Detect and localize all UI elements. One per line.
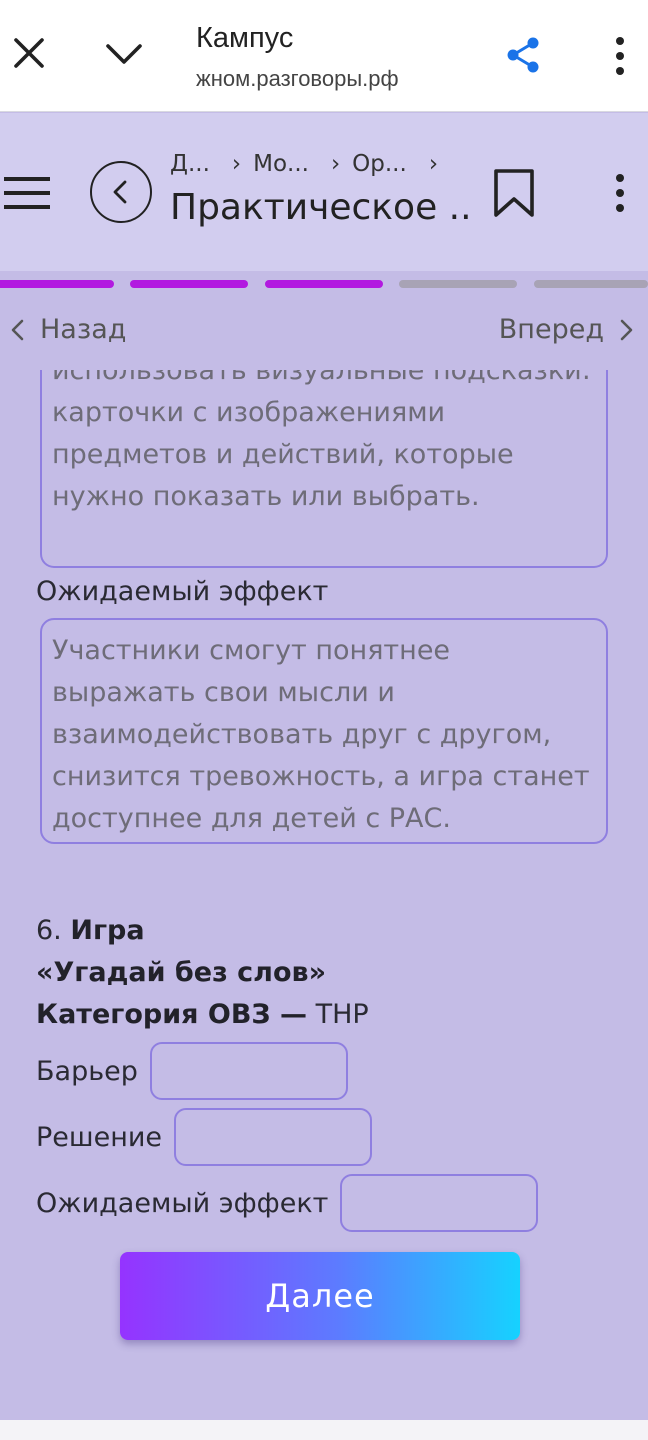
progress-segment-todo — [534, 280, 648, 288]
menu-icon[interactable] — [4, 175, 52, 211]
barrier-input[interactable] — [149, 1042, 348, 1100]
progress-segment-done — [265, 280, 383, 288]
category-label: Категория ОВЗ — — [36, 999, 308, 1030]
progress-bar — [0, 280, 648, 288]
game-heading: 6. Игра «Угадай без слов» Категория ОВЗ … — [36, 910, 369, 1036]
breadcrumb-item[interactable]: Д... — [170, 151, 210, 177]
effect-row: Ожидаемый эффект — [36, 1174, 539, 1232]
barrier-row: Барьер — [36, 1042, 348, 1100]
game-number: 6. — [36, 915, 71, 946]
chevron-down-icon[interactable] — [104, 40, 144, 68]
solution-row: Решение — [36, 1108, 373, 1166]
barrier-label: Барьер — [36, 1055, 138, 1087]
solution-textarea[interactable]: использовать визуальные подсказки: карто… — [40, 370, 608, 568]
browser-toolbar: Кампус жном.разговоры.рф — [0, 0, 648, 112]
next-step-button[interactable]: Вперед — [499, 314, 638, 345]
solution-input[interactable] — [174, 1108, 373, 1166]
next-button[interactable]: Далее — [120, 1252, 520, 1340]
lesson-content[interactable]: использовать визуальные подсказки: карто… — [0, 370, 648, 1420]
solution-label: Решение — [36, 1121, 163, 1153]
prev-step-button[interactable]: Назад — [6, 314, 126, 345]
breadcrumb-separator: › — [231, 151, 242, 177]
game-title: Игра — [70, 915, 145, 946]
chevron-left-icon — [11, 319, 24, 340]
effect-label: Ожидаемый эффект — [36, 576, 329, 607]
game-name: «Угадай без слов» — [36, 957, 327, 988]
effect-input[interactable] — [340, 1174, 539, 1232]
effect-textarea[interactable]: Участники смогут понятнее выражать свои … — [40, 618, 608, 844]
category-value: ТНР — [307, 999, 369, 1030]
effect-row-label: Ожидаемый эффект — [36, 1187, 329, 1219]
bookmark-icon[interactable] — [492, 167, 536, 219]
chevron-left-icon — [113, 180, 127, 204]
more-vert-icon[interactable] — [608, 36, 632, 76]
share-icon[interactable] — [505, 36, 541, 74]
chevron-right-icon — [620, 319, 633, 340]
close-icon[interactable] — [12, 36, 46, 70]
breadcrumb-separator: › — [330, 151, 341, 177]
breadcrumb-item[interactable]: Ор... — [352, 151, 407, 177]
course-header: Д...›Мо...›Ор...›Г Практическое ... — [0, 113, 648, 271]
more-vert-icon[interactable] — [608, 173, 632, 213]
progress-segment-done — [130, 280, 248, 288]
breadcrumb-separator: › — [428, 151, 439, 177]
page-title: Практическое ... — [170, 187, 470, 228]
breadcrumb: Д...›Мо...›Ор...›Г — [170, 151, 440, 177]
browser-url[interactable]: жном.разговоры.рф — [196, 66, 426, 92]
prev-step-label: Назад — [40, 314, 127, 345]
browser-title: Кампус — [196, 22, 294, 54]
back-button[interactable] — [90, 161, 152, 223]
system-nav-strip — [0, 1420, 648, 1440]
breadcrumb-item[interactable]: Мо... — [253, 151, 309, 177]
progress-segment-todo — [399, 280, 517, 288]
next-step-label: Вперед — [498, 314, 604, 345]
progress-segment-done — [0, 280, 114, 288]
